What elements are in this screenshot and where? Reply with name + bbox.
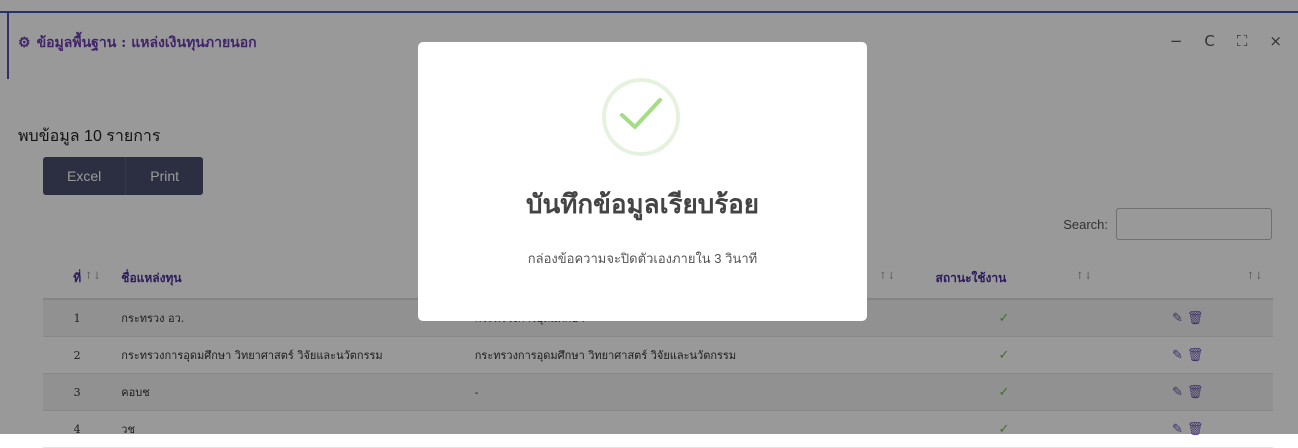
success-check-icon (602, 78, 680, 156)
modal-subtitle: กล่องข้อความจะปิดตัวเองภายใน 3 วินาที (527, 251, 758, 266)
modal-title: บันทึกข้อมูลเรียบร้อย (525, 190, 760, 220)
success-modal: บันทึกข้อมูลเรียบร้อย กล่องข้อความจะปิดต… (418, 42, 867, 321)
